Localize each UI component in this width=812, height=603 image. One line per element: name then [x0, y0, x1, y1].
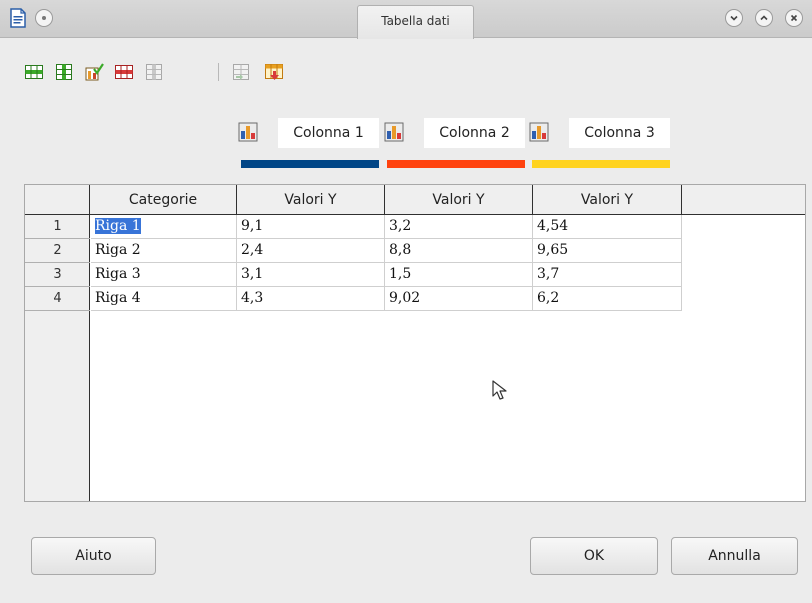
table-cell[interactable]: Riga 1	[91, 215, 237, 239]
table-cell[interactable]: 4,54	[533, 215, 682, 239]
table-cell[interactable]: 9,02	[385, 287, 533, 311]
data-table: Categorie Valori Y Valori Y Valori Y 1 R…	[24, 184, 806, 502]
row-number[interactable]: 4	[25, 287, 90, 311]
table-cell[interactable]: 3,7	[533, 263, 682, 287]
pointer-cursor-icon	[490, 378, 512, 404]
series-name-field[interactable]: Colonna 2	[424, 118, 525, 148]
help-button-label: Aiuto	[75, 548, 112, 564]
table-cell[interactable]: Riga 4	[91, 287, 237, 311]
corner-header	[25, 185, 90, 215]
series-color-bar	[387, 160, 525, 168]
maximize-icon[interactable]	[755, 9, 773, 27]
delete-row-icon[interactable]	[114, 62, 134, 82]
window-title: Tabella dati	[357, 5, 474, 39]
cancel-button-label: Annulla	[708, 548, 761, 564]
column-header-values[interactable]: Valori Y	[533, 185, 682, 215]
ok-button[interactable]: OK	[530, 537, 658, 575]
move-row-down-icon[interactable]	[264, 62, 284, 82]
table-cell[interactable]: 9,1	[237, 215, 385, 239]
table-cell[interactable]: 9,65	[533, 239, 682, 263]
column-header-values[interactable]: Valori Y	[237, 185, 385, 215]
column-header-values[interactable]: Valori Y	[385, 185, 533, 215]
table-cell[interactable]: 4,3	[237, 287, 385, 311]
move-series-right-icon[interactable]	[231, 62, 251, 82]
series-name-field[interactable]: Colonna 1	[278, 118, 379, 148]
series-color-bar	[241, 160, 379, 168]
insert-series-icon[interactable]	[54, 62, 74, 82]
table-cell[interactable]: Riga 2	[91, 239, 237, 263]
table-cell[interactable]: Riga 3	[91, 263, 237, 287]
row-number[interactable]: 2	[25, 239, 90, 263]
table-cell[interactable]: 2,4	[237, 239, 385, 263]
insert-row-icon[interactable]	[24, 62, 44, 82]
series-header-1: Colonna 1	[238, 118, 380, 176]
minimize-icon[interactable]	[725, 9, 743, 27]
row-number[interactable]: 3	[25, 263, 90, 287]
table-cell[interactable]: 8,8	[385, 239, 533, 263]
ok-button-label: OK	[583, 548, 605, 564]
table-cell[interactable]: 1,5	[385, 263, 533, 287]
table-cell[interactable]: 3,2	[385, 215, 533, 239]
document-app-icon[interactable]	[9, 8, 27, 28]
toolbar-separator	[218, 63, 219, 81]
series-name-field[interactable]: Colonna 3	[569, 118, 670, 148]
help-button[interactable]: Aiuto	[31, 537, 156, 575]
cancel-button[interactable]: Annulla	[671, 537, 798, 575]
table-cell[interactable]: 6,2	[533, 287, 682, 311]
bar-chart-icon	[238, 122, 258, 142]
close-icon[interactable]	[785, 9, 803, 27]
series-header-2: Colonna 2	[384, 118, 526, 176]
title-bar: Tabella dati	[0, 0, 812, 39]
delete-series-icon[interactable]	[144, 62, 164, 82]
insert-text-column-icon[interactable]	[84, 62, 104, 82]
series-color-bar	[532, 160, 670, 168]
column-header-row: Categorie Valori Y Valori Y Valori Y	[25, 185, 805, 215]
window-menu-icon[interactable]	[35, 9, 53, 27]
cell-text: Riga 1	[95, 218, 141, 234]
bar-chart-icon	[384, 122, 404, 142]
bar-chart-icon	[529, 122, 549, 142]
table-cell[interactable]: 3,1	[237, 263, 385, 287]
series-header-3: Colonna 3	[529, 118, 671, 176]
column-header-categories[interactable]: Categorie	[90, 185, 237, 215]
row-number[interactable]: 1	[25, 215, 90, 239]
